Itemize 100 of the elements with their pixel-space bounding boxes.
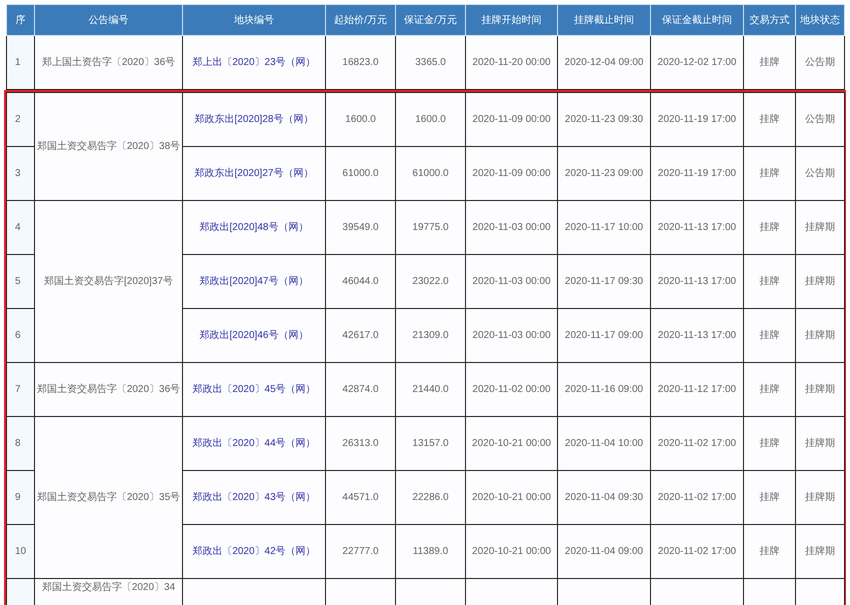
table-cell: 2020-11-02 17:00 (650, 524, 744, 578)
table-cell: 2020-11-12 17:00 (650, 362, 744, 416)
column-header: 保证金/万元 (396, 4, 466, 36)
table-cell: 2 (6, 92, 34, 146)
table-cell: 2020-12-02 17:00 (650, 36, 744, 90)
table-cell: 2020-11-04 09:30 (558, 470, 650, 524)
table-cell: 2020-11-13 17:00 (650, 200, 744, 254)
table-cell: 公告期 (796, 146, 844, 200)
table-cell: 郑国土资交易告字〔2020〕38号 (34, 92, 182, 200)
table-cell: 挂牌 (744, 524, 796, 578)
table-cell: 9 (6, 470, 34, 524)
table-cell: 3365.0 (396, 36, 466, 90)
table-cell: 46044.0 (326, 254, 396, 308)
table-cell: 61000.0 (326, 146, 396, 200)
table-cell: 公告期 (796, 36, 844, 90)
table-cell: 挂牌期 (796, 524, 844, 578)
table-cell: 挂牌 (744, 362, 796, 416)
table-cell: 5 (6, 254, 34, 308)
table-cell: 19775.0 (396, 200, 466, 254)
table-cell: 郑国土资交易告字[2020]37号 (34, 200, 182, 362)
table-cell: 2020-11-09 00:00 (466, 92, 558, 146)
table-cell: 挂牌 (744, 200, 796, 254)
table-cell: 挂牌 (744, 308, 796, 362)
table-cell: 2020-11-02 00:00 (466, 362, 558, 416)
lot-link[interactable]: 郑上出〔2020〕23号（网） (192, 56, 316, 68)
table-cell: 22777.0 (326, 524, 396, 578)
table-cell: 2020-11-03 00:00 (466, 200, 558, 254)
column-header: 公告编号 (34, 4, 182, 36)
table-cell: 2020-11-04 10:00 (558, 416, 650, 470)
column-header: 序 (6, 4, 34, 36)
table-cell: 11389.0 (396, 524, 466, 578)
lot-link[interactable]: 郑政出〔2020〕42号（网） (192, 546, 316, 556)
table-cell: 挂牌 (744, 254, 796, 308)
table-cell: 2020-11-17 09:30 (558, 254, 650, 308)
lot-link[interactable]: 郑政东出[2020]27号（网） (194, 168, 314, 178)
table-cell: 2020-11-09 00:00 (466, 146, 558, 200)
column-header: 挂牌截止时间 (558, 4, 650, 36)
table-cell: 郑国土资交易告字〔2020〕36号 (34, 362, 182, 416)
table-cell: 挂牌期 (796, 416, 844, 470)
table-cell: 挂牌期 (796, 470, 844, 524)
announcement-number: 郑国土资交易告字〔2020〕34 (42, 582, 176, 593)
table-cell: 挂牌期 (796, 308, 844, 362)
table-cell: 挂牌 (744, 470, 796, 524)
table-cell: 8 (6, 416, 34, 470)
table-cell: 39549.0 (326, 200, 396, 254)
table-cell: 21309.0 (396, 308, 466, 362)
table-cell: 2020-11-13 17:00 (650, 308, 744, 362)
table-cell: 2020-11-23 09:00 (558, 146, 650, 200)
lot-link[interactable]: 郑政出〔2020〕44号（网） (192, 438, 316, 448)
table-cell: 郑国土资交易告字〔2020〕35号 (34, 416, 182, 578)
table-cell: 6 (6, 308, 34, 362)
table-cell: 4 (6, 200, 34, 254)
lot-link[interactable]: 郑政东出[2020]28号（网） (194, 114, 314, 124)
table-cell: 10 (6, 524, 34, 578)
lot-link[interactable]: 郑政出[2020]46号（网） (200, 330, 308, 340)
table-cell: 42617.0 (326, 308, 396, 362)
table-cell: 2020-11-19 17:00 (650, 146, 744, 200)
table-cell: 21440.0 (396, 362, 466, 416)
table-cell: 公告期 (796, 92, 844, 146)
table-cell: 2020-11-13 17:00 (650, 254, 744, 308)
table-cell: 2020-11-02 17:00 (650, 416, 744, 470)
column-header: 保证金截止时间 (650, 4, 744, 36)
table-cell: 2020-11-02 17:00 (650, 470, 744, 524)
table-cell: 3 (6, 146, 34, 200)
table-cell: 2020-10-21 00:00 (466, 470, 558, 524)
table-cell: 2020-12-04 09:00 (558, 36, 650, 90)
table-cell: 1 (6, 36, 34, 90)
table-cell: 挂牌期 (796, 200, 844, 254)
table-cell: 2020-11-23 09:30 (558, 92, 650, 146)
table-cell: 2020-11-03 00:00 (466, 308, 558, 362)
column-header: 交易方式 (744, 4, 796, 36)
table-cell: 7 (6, 362, 34, 416)
column-header: 挂牌开始时间 (466, 4, 558, 36)
table-cell: 挂牌期 (796, 362, 844, 416)
lot-link[interactable]: 郑政出[2020]47号（网） (200, 276, 308, 286)
table-cell: 2020-10-21 00:00 (466, 416, 558, 470)
column-header: 地块状态 (796, 4, 844, 36)
lot-link[interactable]: 郑政出〔2020〕45号（网） (192, 384, 316, 394)
table-cell: 1600.0 (396, 92, 466, 146)
table-cell: 16823.0 (326, 36, 396, 90)
lot-link[interactable]: 郑政出[2020]48号（网） (200, 222, 308, 232)
table-cell: 13157.0 (396, 416, 466, 470)
table-cell: 26313.0 (326, 416, 396, 470)
table-cell: 郑上国土资告字〔2020〕36号 (34, 36, 182, 90)
table-cell: 挂牌 (744, 146, 796, 200)
table-cell: 挂牌 (744, 36, 796, 90)
table-cell: 2020-11-03 00:00 (466, 254, 558, 308)
table-cell: 2020-11-19 17:00 (650, 92, 744, 146)
lot-link[interactable]: 郑政出〔2020〕43号（网） (192, 492, 316, 502)
table-cell: 22286.0 (396, 470, 466, 524)
table-cell: 挂牌 (744, 416, 796, 470)
column-header: 起始价/万元 (326, 4, 396, 36)
table-cell: 2020-11-16 09:00 (558, 362, 650, 416)
table-cell: 42874.0 (326, 362, 396, 416)
table-cell: 挂牌 (744, 92, 796, 146)
table-cell: 1600.0 (326, 92, 396, 146)
table-cell: 2020-11-20 00:00 (466, 36, 558, 90)
column-header: 地块编号 (182, 4, 326, 36)
table-cell: 44571.0 (326, 470, 396, 524)
table-cell: 挂牌期 (796, 254, 844, 308)
